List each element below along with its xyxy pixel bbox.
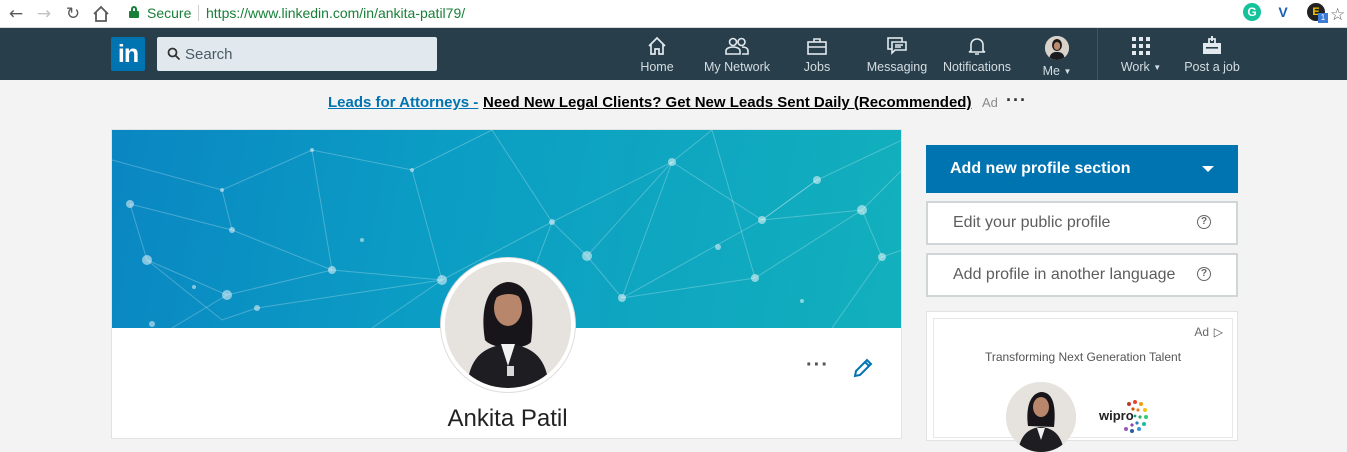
ad-text[interactable]: Need New Legal Clients? Get New Leads Se… xyxy=(483,94,971,111)
nav-work[interactable]: Work ▼ xyxy=(1116,36,1166,76)
ad-choices-icon[interactable]: ▷ xyxy=(1214,325,1223,339)
back-arrow-icon[interactable]: ← xyxy=(6,4,26,24)
sidebar-ad-card[interactable]: Ad ▷ Transforming Next Generation Talent… xyxy=(926,311,1238,452)
extension-badge: 1 xyxy=(1318,13,1328,23)
chevron-down-icon: ▼ xyxy=(1063,67,1072,76)
edit-pencil-icon[interactable] xyxy=(851,356,875,380)
nav-me[interactable]: Me ▼ xyxy=(1038,36,1076,78)
briefcase-icon xyxy=(807,38,827,55)
help-icon[interactable]: ? xyxy=(1197,267,1211,281)
ad-avatar xyxy=(1006,382,1076,452)
avatar xyxy=(1045,36,1069,60)
ad-link[interactable]: Leads for Attorneys - xyxy=(328,94,478,111)
browser-toolbar: ← → ↻ Secure https://www.linkedin.com/in… xyxy=(0,0,1347,28)
ad-headline: Transforming Next Generation Talent xyxy=(984,350,1182,364)
company-logo: wipro xyxy=(1099,392,1155,440)
grid-icon xyxy=(1132,37,1150,55)
home-icon[interactable] xyxy=(91,4,111,24)
nav-notifications[interactable]: Notifications xyxy=(940,36,1014,76)
nav-messaging[interactable]: Messaging xyxy=(864,36,930,76)
messaging-icon xyxy=(887,37,907,55)
nav-my-network[interactable]: My Network xyxy=(700,36,774,76)
lock-icon xyxy=(129,6,139,18)
grammarly-extension-icon[interactable]: G xyxy=(1243,3,1261,21)
reload-icon[interactable]: ↻ xyxy=(63,4,83,24)
ad-more-button[interactable]: ··· xyxy=(1006,90,1027,111)
caret-down-icon xyxy=(1202,166,1214,172)
linkedin-logo[interactable]: in xyxy=(111,37,145,71)
nav-post-a-job[interactable]: Post a job xyxy=(1182,36,1242,76)
profile-photo[interactable] xyxy=(441,258,575,392)
company-name: wipro xyxy=(1099,408,1134,423)
url-text[interactable]: https://www.linkedin.com/in/ankita-patil… xyxy=(206,1,465,25)
ad-badge: Ad xyxy=(1194,325,1209,339)
profile-more-button[interactable]: ··· xyxy=(806,354,829,377)
add-profile-section-button[interactable]: Add new profile section xyxy=(926,145,1238,193)
address-bar[interactable]: Secure https://www.linkedin.com/in/ankit… xyxy=(120,1,1345,25)
linkedin-header: in Home My Network Jobs Messaging Notifi… xyxy=(0,28,1347,80)
add-language-profile-button[interactable]: Add profile in another language ? xyxy=(926,253,1238,297)
help-icon[interactable]: ? xyxy=(1197,215,1211,229)
nav-jobs[interactable]: Jobs xyxy=(796,36,838,76)
nav-home[interactable]: Home xyxy=(636,36,678,76)
post-job-icon xyxy=(1203,36,1221,54)
profile-name: Ankita Patil xyxy=(447,405,568,432)
my-network-icon xyxy=(725,37,749,55)
secure-label: Secure xyxy=(147,5,192,21)
forward-arrow-icon[interactable]: → xyxy=(34,4,54,24)
edit-public-profile-button[interactable]: Edit your public profile ? xyxy=(926,201,1238,245)
bookmark-star-icon[interactable]: ☆ xyxy=(1330,3,1345,27)
bell-icon xyxy=(968,38,986,55)
ad-tag: Ad xyxy=(982,95,998,110)
search-icon xyxy=(167,47,181,61)
chevron-down-icon: ▼ xyxy=(1153,63,1162,72)
search-input[interactable] xyxy=(185,37,425,71)
search-bar[interactable] xyxy=(157,37,437,71)
profile-card: ··· Ankita Patil xyxy=(111,129,902,439)
home-icon xyxy=(648,36,666,55)
v-extension-icon[interactable]: V xyxy=(1274,3,1292,21)
